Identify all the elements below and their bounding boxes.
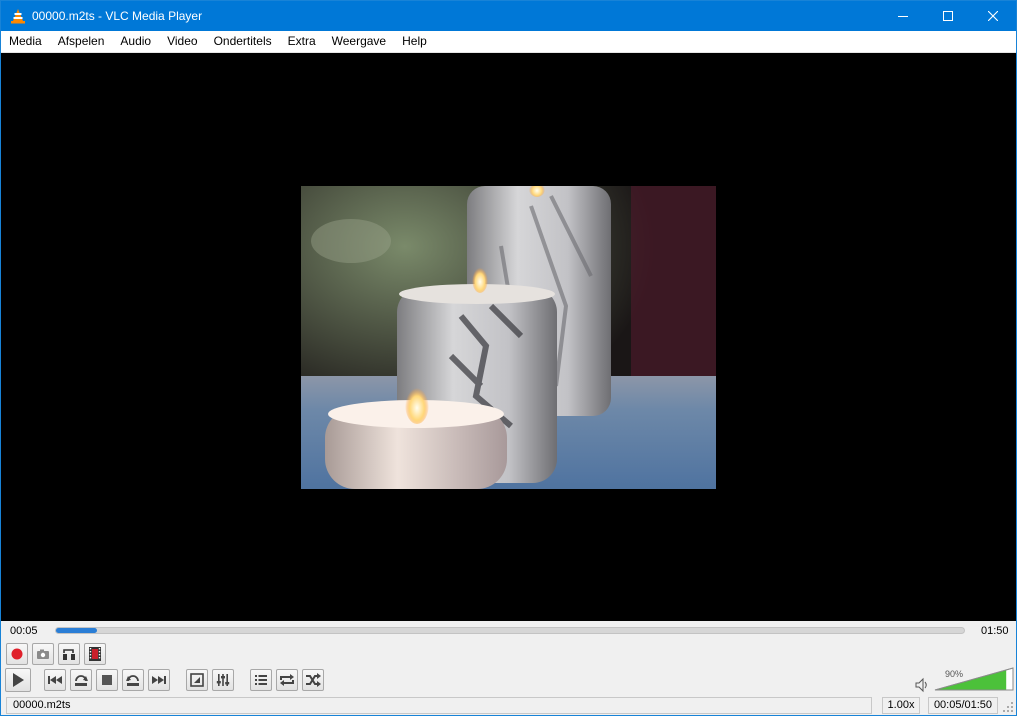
play-button[interactable] xyxy=(5,668,31,692)
status-filename: 00000.m2ts xyxy=(6,697,872,714)
elapsed-time: 00:05 xyxy=(10,625,38,637)
seek-slider[interactable] xyxy=(55,627,965,634)
loop-button[interactable] xyxy=(276,669,298,691)
minimize-icon xyxy=(898,16,908,17)
previous-icon xyxy=(48,676,62,684)
stop-icon xyxy=(102,675,112,685)
shuffle-button[interactable] xyxy=(302,669,324,691)
menu-bar: Media Afspelen Audio Video Ondertitels E… xyxy=(1,31,1016,53)
maximize-button[interactable] xyxy=(925,1,971,31)
skip-forward-button[interactable] xyxy=(122,669,144,691)
extended-settings-icon xyxy=(216,674,230,686)
speaker-icon[interactable] xyxy=(914,677,930,693)
play-icon xyxy=(13,673,24,687)
extended-settings-button[interactable] xyxy=(212,669,234,691)
close-button[interactable] xyxy=(970,1,1016,31)
skip-forward-icon xyxy=(126,675,139,686)
close-icon xyxy=(988,11,998,21)
playback-speed[interactable]: 1.00x xyxy=(882,697,920,714)
menu-ondertitels[interactable]: Ondertitels xyxy=(206,31,280,52)
next-icon xyxy=(152,676,166,684)
video-area[interactable] xyxy=(1,53,1016,621)
next-button[interactable] xyxy=(148,669,170,691)
menu-weergave[interactable]: Weergave xyxy=(324,31,394,52)
menu-help[interactable]: Help xyxy=(394,31,435,52)
resize-grip-icon[interactable] xyxy=(1002,701,1014,713)
shuffle-icon xyxy=(306,673,321,687)
record-icon xyxy=(11,648,23,660)
menu-extra[interactable]: Extra xyxy=(280,31,324,52)
playlist-icon xyxy=(255,675,267,685)
video-frame xyxy=(301,186,716,489)
fullscreen-icon xyxy=(190,673,204,687)
frame-step-button[interactable] xyxy=(84,643,106,665)
maximize-icon xyxy=(943,11,953,21)
record-button[interactable] xyxy=(6,643,28,665)
menu-afspelen[interactable]: Afspelen xyxy=(50,31,113,52)
volume-slider[interactable] xyxy=(934,667,1014,691)
vlc-cone-icon xyxy=(11,9,25,24)
frame-step-icon xyxy=(89,647,101,661)
loop-ab-icon xyxy=(63,649,75,660)
snapshot-button[interactable] xyxy=(32,643,54,665)
seek-row: 00:05 01:50 xyxy=(1,622,1016,640)
menu-media[interactable]: Media xyxy=(1,31,50,52)
fullscreen-button[interactable] xyxy=(186,669,208,691)
previous-button[interactable] xyxy=(44,669,66,691)
total-time: 01:50 xyxy=(981,625,1009,637)
menu-video[interactable]: Video xyxy=(159,31,205,52)
title-bar[interactable]: 00000.m2ts - VLC Media Player xyxy=(1,1,1016,31)
loop-ab-button[interactable] xyxy=(58,643,80,665)
skip-back-icon xyxy=(75,675,88,686)
vlc-window: 00000.m2ts - VLC Media Player Media Afsp… xyxy=(0,0,1017,716)
minimize-button[interactable] xyxy=(880,1,926,31)
menu-audio[interactable]: Audio xyxy=(112,31,159,52)
stop-button[interactable] xyxy=(96,669,118,691)
skip-back-button[interactable] xyxy=(70,669,92,691)
playlist-button[interactable] xyxy=(250,669,272,691)
status-time[interactable]: 00:05/01:50 xyxy=(928,697,998,714)
seek-progress xyxy=(56,628,97,633)
loop-icon xyxy=(280,674,294,686)
snapshot-icon xyxy=(37,649,49,659)
window-title: 00000.m2ts - VLC Media Player xyxy=(32,9,203,23)
